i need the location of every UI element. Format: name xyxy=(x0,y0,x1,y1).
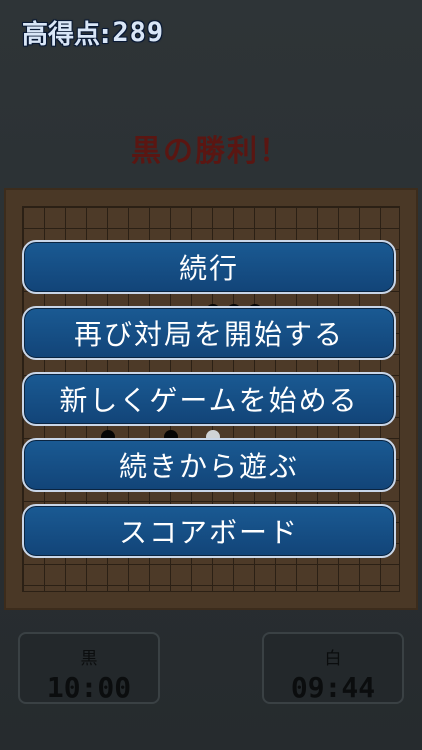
pause-menu: 続行 再び対局を開始する 新しくゲームを始める 続きから遊ぶ スコアボード xyxy=(22,240,400,570)
new-game-button-label: 新しくゲームを始める xyxy=(59,384,359,417)
restart-match-button-label: 再び対局を開始する xyxy=(73,318,344,351)
continue-button[interactable]: 続行 xyxy=(22,240,396,294)
new-game-button[interactable]: 新しくゲームを始める xyxy=(22,372,396,426)
resume-saved-button[interactable]: 続きから遊ぶ xyxy=(22,438,396,492)
resume-saved-button-label: 続きから遊ぶ xyxy=(118,450,299,483)
continue-button-label: 続行 xyxy=(178,252,239,285)
scoreboard-button[interactable]: スコアボード xyxy=(22,504,396,558)
restart-match-button[interactable]: 再び対局を開始する xyxy=(22,306,396,360)
scoreboard-button-label: スコアボード xyxy=(118,516,299,549)
